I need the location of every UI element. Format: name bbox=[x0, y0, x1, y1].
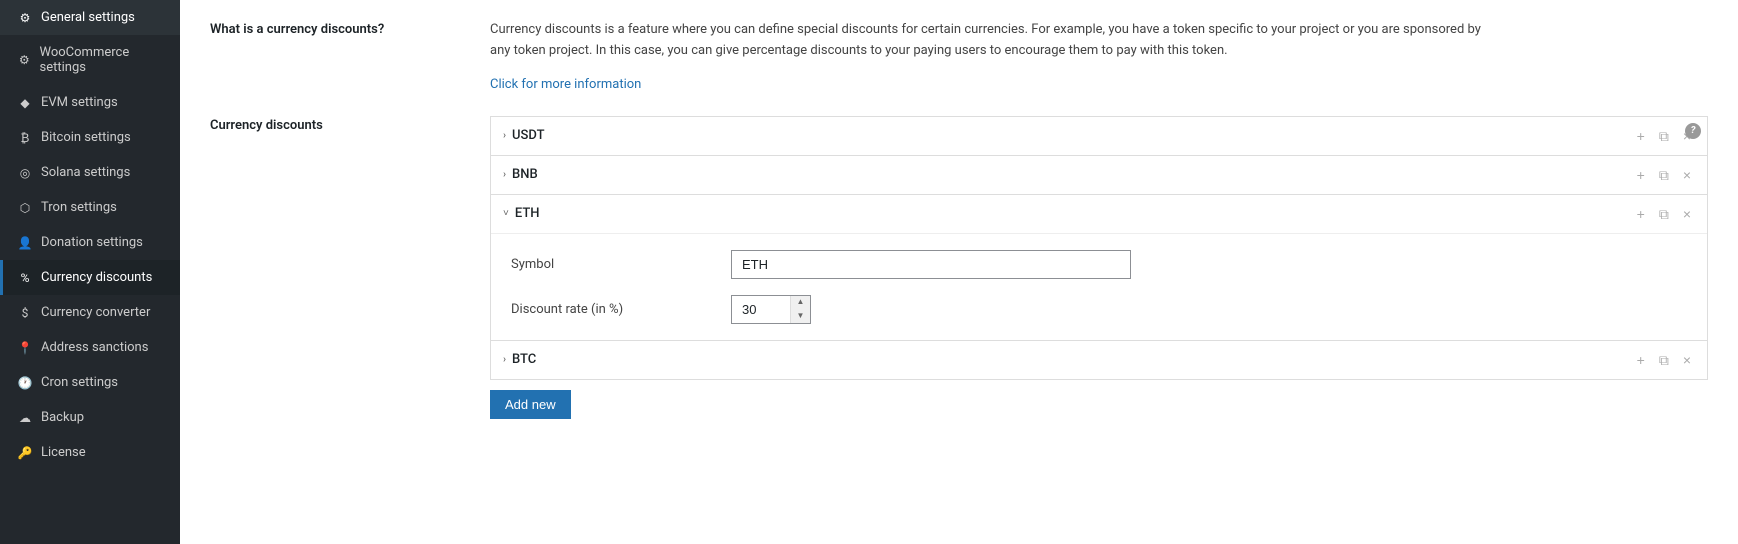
sidebar-item-label: Cron settings bbox=[41, 375, 118, 390]
sidebar-item-label: Bitcoin settings bbox=[41, 130, 131, 145]
chevron-right-icon: › bbox=[503, 354, 506, 365]
gear-icon: ⚙ bbox=[17, 53, 32, 67]
discount-item-usdt-title: › USDT bbox=[503, 128, 545, 143]
sidebar-item-label: Solana settings bbox=[41, 165, 130, 180]
bnb-remove-button[interactable]: × bbox=[1679, 166, 1695, 184]
description-content: Currency discounts is a feature where yo… bbox=[490, 20, 1708, 92]
solana-icon: ◎ bbox=[17, 166, 33, 180]
eth-label: ETH bbox=[515, 206, 540, 221]
sidebar-item-label: License bbox=[41, 445, 86, 460]
discount-item-bnb: › BNB + ⧉ × bbox=[491, 156, 1707, 195]
discount-item-eth-title: ˅ ETH bbox=[503, 206, 539, 221]
discount-item-usdt-header[interactable]: › USDT + ⧉ × bbox=[491, 117, 1707, 155]
btc-copy-button[interactable]: ⧉ bbox=[1655, 351, 1673, 369]
spinner-down-button[interactable]: ▼ bbox=[791, 309, 810, 323]
description-label: What is a currency discounts? bbox=[210, 20, 490, 92]
sidebar-item-solana-settings[interactable]: ◎ Solana settings bbox=[0, 155, 180, 190]
discount-item-bnb-header[interactable]: › BNB + ⧉ × bbox=[491, 156, 1707, 194]
discount-item-eth: ˅ ETH + ⧉ × Symbol bbox=[491, 195, 1707, 341]
sidebar-item-label: Address sanctions bbox=[41, 340, 148, 355]
sidebar-item-tron-settings[interactable]: ⬡ Tron settings bbox=[0, 190, 180, 225]
sidebar: ⚙ General settings ⚙ WooCommerce setting… bbox=[0, 0, 180, 544]
usdt-copy-button[interactable]: ⧉ bbox=[1655, 127, 1673, 145]
eth-discount-row: Discount rate (in %) ▲ ▼ bbox=[511, 295, 1687, 324]
sidebar-item-label: Donation settings bbox=[41, 235, 143, 250]
sidebar-item-label: Currency converter bbox=[41, 305, 150, 320]
percent-icon: % bbox=[17, 271, 33, 285]
chevron-right-icon: › bbox=[503, 169, 506, 180]
sidebar-item-general-settings[interactable]: ⚙ General settings bbox=[0, 0, 180, 35]
bnb-actions: + ⧉ × bbox=[1633, 166, 1695, 184]
discount-item-btc-header[interactable]: › BTC + ⧉ × bbox=[491, 341, 1707, 379]
help-icon[interactable]: ? bbox=[1685, 123, 1701, 139]
sidebar-item-label: WooCommerce settings bbox=[40, 45, 166, 75]
tron-icon: ⬡ bbox=[17, 201, 33, 215]
sidebar-item-label: EVM settings bbox=[41, 95, 118, 110]
gear-icon: ⚙ bbox=[17, 11, 33, 25]
btc-remove-button[interactable]: × bbox=[1679, 351, 1695, 369]
eth-discount-input-wrap: ▲ ▼ bbox=[731, 295, 811, 324]
currency-discounts-label: Currency discounts bbox=[210, 116, 490, 419]
user-icon: 👤 bbox=[17, 236, 33, 250]
sidebar-item-label: General settings bbox=[41, 10, 135, 25]
bitcoin-icon: ₿ bbox=[17, 131, 33, 145]
add-new-button[interactable]: Add new bbox=[490, 390, 571, 419]
description-section: What is a currency discounts? Currency d… bbox=[210, 20, 1708, 92]
sidebar-item-address-sanctions[interactable]: 📍 Address sanctions bbox=[0, 330, 180, 365]
more-info-link[interactable]: Click for more information bbox=[490, 77, 641, 92]
discount-item-bnb-title: › BNB bbox=[503, 167, 538, 182]
dollar-icon: $ bbox=[17, 306, 33, 320]
eth-remove-button[interactable]: × bbox=[1679, 205, 1695, 223]
chevron-down-icon: ˅ bbox=[503, 208, 509, 219]
discount-item-usdt: › USDT + ⧉ × bbox=[491, 117, 1707, 156]
sidebar-item-backup[interactable]: ☁ Backup bbox=[0, 400, 180, 435]
sidebar-item-woocommerce-settings[interactable]: ⚙ WooCommerce settings bbox=[0, 35, 180, 85]
discount-item-btc: › BTC + ⧉ × bbox=[491, 341, 1707, 379]
cloud-icon: ☁ bbox=[17, 411, 33, 425]
sidebar-item-currency-discounts[interactable]: % Currency discounts bbox=[0, 260, 180, 295]
usdt-label: USDT bbox=[512, 128, 544, 143]
bnb-label: BNB bbox=[512, 167, 538, 182]
bnb-add-button[interactable]: + bbox=[1633, 166, 1649, 184]
sidebar-item-currency-converter[interactable]: $ Currency converter bbox=[0, 295, 180, 330]
eth-actions: + ⧉ × bbox=[1633, 205, 1695, 223]
btc-add-button[interactable]: + bbox=[1633, 351, 1649, 369]
eth-expanded-body: Symbol Discount rate (in %) ▲ ▼ bbox=[491, 233, 1707, 340]
eth-symbol-field-label: Symbol bbox=[511, 257, 731, 272]
currency-discounts-section: Currency discounts ? › USDT + ⧉ × bbox=[210, 116, 1708, 419]
sidebar-item-label: Currency discounts bbox=[41, 270, 152, 285]
discount-list: ? › USDT + ⧉ × bbox=[490, 116, 1708, 380]
eth-add-button[interactable]: + bbox=[1633, 205, 1649, 223]
spinner-buttons: ▲ ▼ bbox=[790, 296, 810, 323]
pin-icon: 📍 bbox=[17, 341, 33, 355]
sidebar-item-label: Tron settings bbox=[41, 200, 117, 215]
discount-item-eth-header[interactable]: ˅ ETH + ⧉ × bbox=[491, 195, 1707, 233]
eth-symbol-row: Symbol bbox=[511, 250, 1687, 279]
discount-item-btc-title: › BTC bbox=[503, 352, 536, 367]
diamond-icon: ◆ bbox=[17, 96, 33, 110]
main-content: What is a currency discounts? Currency d… bbox=[180, 0, 1738, 544]
sidebar-item-donation-settings[interactable]: 👤 Donation settings bbox=[0, 225, 180, 260]
btc-label: BTC bbox=[512, 352, 536, 367]
key-icon: 🔑 bbox=[17, 446, 33, 460]
sidebar-item-evm-settings[interactable]: ◆ EVM settings bbox=[0, 85, 180, 120]
btc-actions: + ⧉ × bbox=[1633, 351, 1695, 369]
description-text: Currency discounts is a feature where yo… bbox=[490, 20, 1490, 62]
eth-copy-button[interactable]: ⧉ bbox=[1655, 205, 1673, 223]
sidebar-item-cron-settings[interactable]: 🕐 Cron settings bbox=[0, 365, 180, 400]
bnb-copy-button[interactable]: ⧉ bbox=[1655, 166, 1673, 184]
chevron-right-icon: › bbox=[503, 130, 506, 141]
eth-symbol-input[interactable] bbox=[731, 250, 1131, 279]
spinner-up-button[interactable]: ▲ bbox=[791, 296, 810, 310]
clock-icon: 🕐 bbox=[17, 376, 33, 390]
sidebar-item-license[interactable]: 🔑 License bbox=[0, 435, 180, 470]
eth-discount-field-label: Discount rate (in %) bbox=[511, 302, 731, 317]
sidebar-item-bitcoin-settings[interactable]: ₿ Bitcoin settings bbox=[0, 120, 180, 155]
usdt-add-button[interactable]: + bbox=[1633, 127, 1649, 145]
currency-discounts-content: ? › USDT + ⧉ × bbox=[490, 116, 1708, 419]
sidebar-item-label: Backup bbox=[41, 410, 84, 425]
